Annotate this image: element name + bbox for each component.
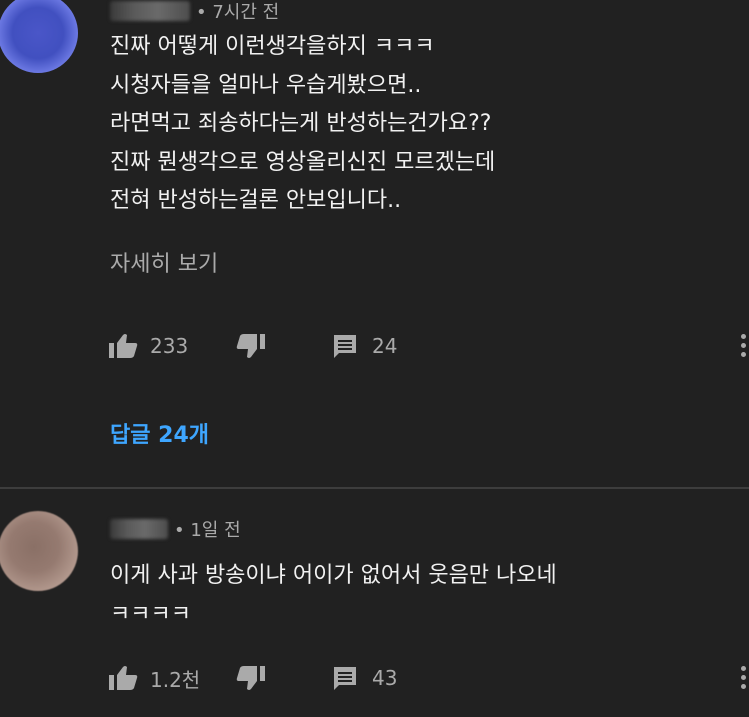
like-button[interactable]: 233 [108,333,236,359]
comment-thread: • 1일 전 이게 사과 방송이냐 어이가 없어서 웃음만 나오네 ㅋㅋㅋㅋ 1… [0,489,749,717]
comment-text: 이게 사과 방송이냐 어이가 없어서 웃음만 나오네 ㅋㅋㅋㅋ [110,557,557,634]
avatar[interactable] [0,511,78,591]
like-button[interactable]: 1.2천 [108,664,236,693]
thumb-down-icon [236,666,265,690]
like-count: 1.2천 [150,667,201,692]
thumb-up-icon [109,334,138,358]
comment-header: • 1일 전 [110,516,241,542]
author-name-blurred[interactable] [110,1,190,21]
reply-button[interactable]: 43 [332,665,397,691]
comment-time: • 1일 전 [174,520,241,541]
more-vertical-icon[interactable] [736,663,749,693]
comment-icon [334,335,356,358]
comment-header: • 7시간 전 [110,0,279,24]
comment-line: 시청자들을 얼마나 우습게봤으면.. [110,72,422,98]
avatar[interactable] [0,0,78,73]
dislike-button[interactable] [236,333,332,359]
comment-icon [334,667,356,690]
reply-count: 43 [372,666,398,690]
comment-time: • 7시간 전 [196,2,280,23]
comment-line: ㅋㅋㅋㅋ [110,601,191,627]
reply-button[interactable]: 24 [332,333,397,359]
comment-text: 진짜 어떻게 이런생각을하지 ㅋㅋㅋ 시청자들을 얼마나 우습게봤으면.. 라면… [110,28,495,221]
comment-action-bar: 1.2천 43 [108,663,397,693]
comment-line: 이게 사과 방송이냐 어이가 없어서 웃음만 나오네 [110,563,557,588]
view-replies-link[interactable]: 답글 24개 [110,417,209,449]
comment-action-bar: 233 24 [108,331,397,361]
comment-thread: • 7시간 전 진짜 어떻게 이런생각을하지 ㅋㅋㅋ 시청자들을 얼마나 우습게… [0,0,749,488]
read-more-link[interactable]: 자세히 보기 [110,246,218,278]
thumb-up-icon [109,666,138,690]
reply-count: 24 [372,334,398,358]
author-name-blurred[interactable] [110,519,168,539]
comment-line: 전혀 반성하는걸론 안보입니다.. [110,188,402,213]
like-count: 233 [150,334,189,358]
comment-line: 진짜 어떻게 이런생각을하지 ㅋㅋㅋ [110,34,435,59]
more-vertical-icon[interactable] [736,331,749,361]
comment-line: 진짜 뭔생각으로 영상올리신진 모르겠는데 [110,149,496,175]
comment-line: 라면먹고 죄송하다는게 반성하는건가요?? [110,111,492,136]
thumb-down-icon [236,334,265,358]
dislike-button[interactable] [236,665,332,691]
